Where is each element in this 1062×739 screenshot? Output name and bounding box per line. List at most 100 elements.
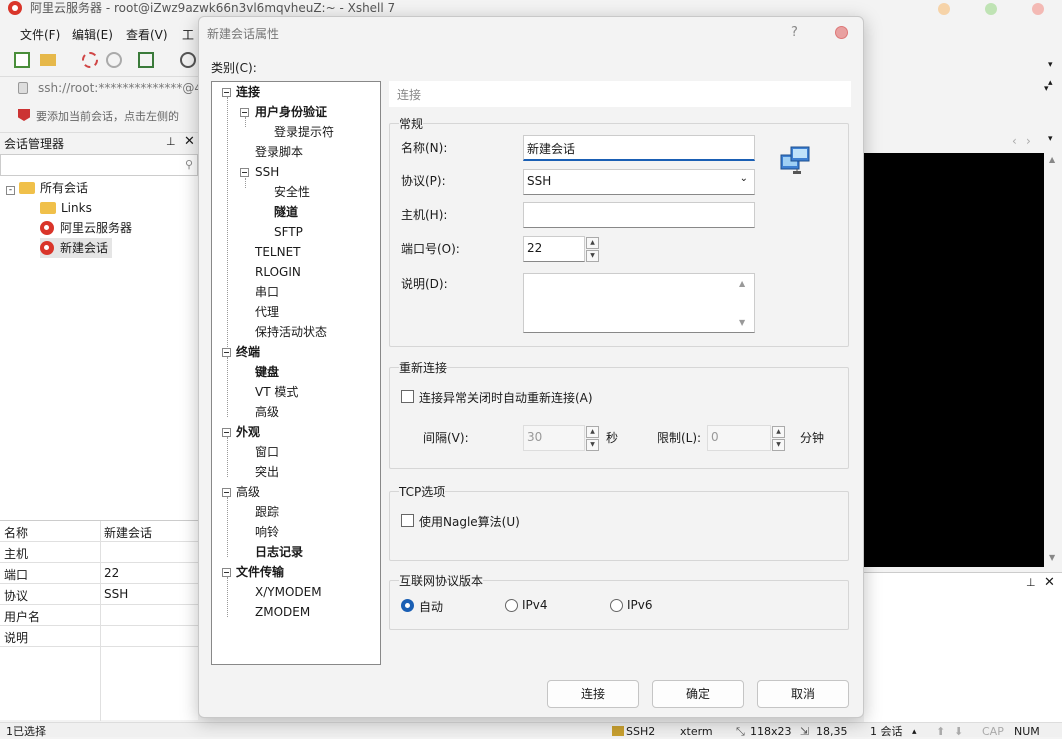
maximize-icon[interactable] [985, 3, 997, 15]
ipv6-label[interactable]: IPv6 [627, 598, 653, 612]
tree-node-ssh[interactable]: SSH [255, 162, 279, 182]
tree-node-window[interactable]: 窗口 [255, 442, 279, 462]
scroll-down-icon[interactable]: ▼ [739, 318, 745, 327]
port-input[interactable]: 22 [523, 236, 585, 262]
tree-item-new-session[interactable]: 新建会话 [40, 238, 113, 258]
collapse-icon[interactable] [222, 568, 231, 577]
tree-node-serial[interactable]: 串口 [255, 282, 279, 302]
collapse-icon[interactable] [222, 348, 231, 357]
tree-node-advanced[interactable]: 高级 [236, 482, 260, 502]
address-text[interactable]: ssh://root:**************@47. [38, 81, 213, 95]
menu-tools[interactable]: 工 [182, 26, 194, 43]
tree-node-terminal-advanced[interactable]: 高级 [255, 402, 279, 422]
chevron-down-icon[interactable]: ⌄ [740, 173, 748, 184]
search-icon[interactable] [180, 52, 196, 68]
description-textarea[interactable] [523, 273, 755, 333]
cancel-button[interactable]: 取消 [757, 680, 849, 708]
tree-node-file-transfer[interactable]: 文件传输 [236, 562, 284, 582]
tab-scroll-left-icon[interactable]: ‹ [1012, 134, 1017, 148]
hint-text: 要添加当前会话，点击左侧的 [36, 110, 179, 123]
scroll-up-icon[interactable]: ▲ [1049, 155, 1055, 164]
tree-node-auth[interactable]: 用户身份验证 [255, 102, 327, 122]
ok-button[interactable]: 确定 [652, 680, 744, 708]
minimize-icon[interactable] [938, 3, 950, 15]
tree-node-keyboard[interactable]: 键盘 [255, 362, 279, 382]
chevron-down-icon[interactable]: ▾ [1044, 84, 1049, 94]
tree-node-logging[interactable]: 日志记录 [255, 542, 303, 562]
close-pane-icon[interactable]: ✕ [184, 134, 195, 149]
name-label: 名称(N): [401, 141, 448, 155]
ip-auto-label[interactable]: 自动 [419, 598, 443, 615]
tab-list-icon[interactable]: ▾ [1048, 134, 1053, 144]
collapse-icon[interactable] [222, 428, 231, 437]
protocol-select[interactable]: SSH ⌄ [523, 169, 755, 195]
collapse-icon[interactable] [240, 108, 249, 117]
tree-root-all-sessions[interactable]: - 所有会话 [6, 178, 88, 198]
port-stepper[interactable]: ▲ ▼ [586, 237, 599, 263]
search-icon[interactable]: ⚲ [185, 158, 193, 171]
tab-scroll-right-icon[interactable]: › [1026, 134, 1031, 148]
tree-node-appearance[interactable]: 外观 [236, 422, 260, 442]
terminal-scrollbar[interactable]: ▲ ▼ [1044, 153, 1062, 567]
tree-item-aliyun[interactable]: 阿里云服务器 [40, 218, 132, 238]
interval-input[interactable]: 30 [523, 425, 585, 451]
host-input[interactable] [523, 202, 755, 228]
address-bar[interactable]: ssh://root:**************@47. [0, 76, 213, 100]
tree-item-links[interactable]: Links [40, 198, 92, 218]
properties-icon[interactable] [138, 52, 154, 68]
limit-stepper[interactable]: ▲ ▼ [772, 426, 785, 452]
ipv6-radio[interactable] [610, 599, 623, 612]
tree-node-terminal[interactable]: 终端 [236, 342, 260, 362]
scroll-down-icon[interactable]: ▼ [1049, 553, 1055, 562]
tree-node-highlight[interactable]: 突出 [255, 462, 279, 482]
tree-node-proxy[interactable]: 代理 [255, 302, 279, 322]
tree-node-connection[interactable]: 连接 [236, 82, 260, 102]
collapse-icon[interactable]: - [6, 186, 15, 195]
tree-node-vt-mode[interactable]: VT 模式 [255, 382, 298, 402]
tree-node-login-script[interactable]: 登录脚本 [255, 142, 303, 162]
close-pane-icon[interactable]: ✕ [1044, 575, 1055, 590]
tree-node-sftp[interactable]: SFTP [274, 222, 303, 242]
scroll-up-icon[interactable]: ▲ [739, 279, 745, 288]
tree-node-keepalive[interactable]: 保持活动状态 [255, 322, 327, 342]
dialog-close-button[interactable] [835, 26, 848, 39]
disconnect-icon[interactable] [106, 52, 122, 68]
reconnect-icon[interactable] [82, 52, 98, 68]
new-session-icon[interactable] [14, 52, 30, 68]
terminal-screen[interactable] [864, 153, 1044, 567]
session-search-input[interactable]: ⚲ [0, 154, 198, 176]
collapse-icon[interactable] [222, 488, 231, 497]
tree-node-trace[interactable]: 跟踪 [255, 502, 279, 522]
open-folder-icon[interactable] [40, 54, 56, 66]
nagle-checkbox[interactable] [401, 514, 414, 527]
ipv4-label[interactable]: IPv4 [522, 598, 548, 612]
menu-edit[interactable]: 编辑(E) [72, 26, 113, 43]
interval-stepper[interactable]: ▲ ▼ [586, 426, 599, 452]
close-icon[interactable] [1032, 3, 1044, 15]
limit-input[interactable]: 0 [707, 425, 771, 451]
tree-node-zmodem[interactable]: ZMODEM [255, 602, 310, 622]
tree-node-bell[interactable]: 响铃 [255, 522, 279, 542]
ip-auto-radio[interactable] [401, 599, 414, 612]
auto-reconnect-checkbox[interactable] [401, 390, 414, 403]
nagle-label[interactable]: 使用Nagle算法(U) [419, 513, 520, 530]
tree-node-rlogin[interactable]: RLOGIN [255, 262, 301, 282]
collapse-icon[interactable] [240, 168, 249, 177]
menu-view[interactable]: 查看(V) [126, 26, 168, 43]
tree-node-tunnel[interactable]: 隧道 [274, 202, 298, 222]
tree-node-xymodem[interactable]: X/YMODEM [255, 582, 322, 602]
tree-node-telnet[interactable]: TELNET [255, 242, 301, 262]
chevron-down-icon[interactable]: ▾ [1048, 60, 1053, 70]
help-button[interactable]: ? [791, 25, 798, 40]
ipv4-radio[interactable] [505, 599, 518, 612]
tree-node-security[interactable]: 安全性 [274, 182, 310, 202]
auto-reconnect-label[interactable]: 连接异常关闭时自动重新连接(A) [419, 389, 593, 406]
collapse-icon[interactable] [222, 88, 231, 97]
menu-file[interactable]: 文件(F) [20, 26, 60, 43]
pin-icon[interactable]: ⊥ [1026, 576, 1036, 589]
host-label: 主机(H): [401, 208, 448, 222]
name-input[interactable]: 新建会话 [523, 135, 755, 161]
pin-icon[interactable]: ⊥ [166, 135, 176, 148]
tree-node-login-prompt[interactable]: 登录提示符 [274, 122, 334, 142]
connect-button[interactable]: 连接 [547, 680, 639, 708]
